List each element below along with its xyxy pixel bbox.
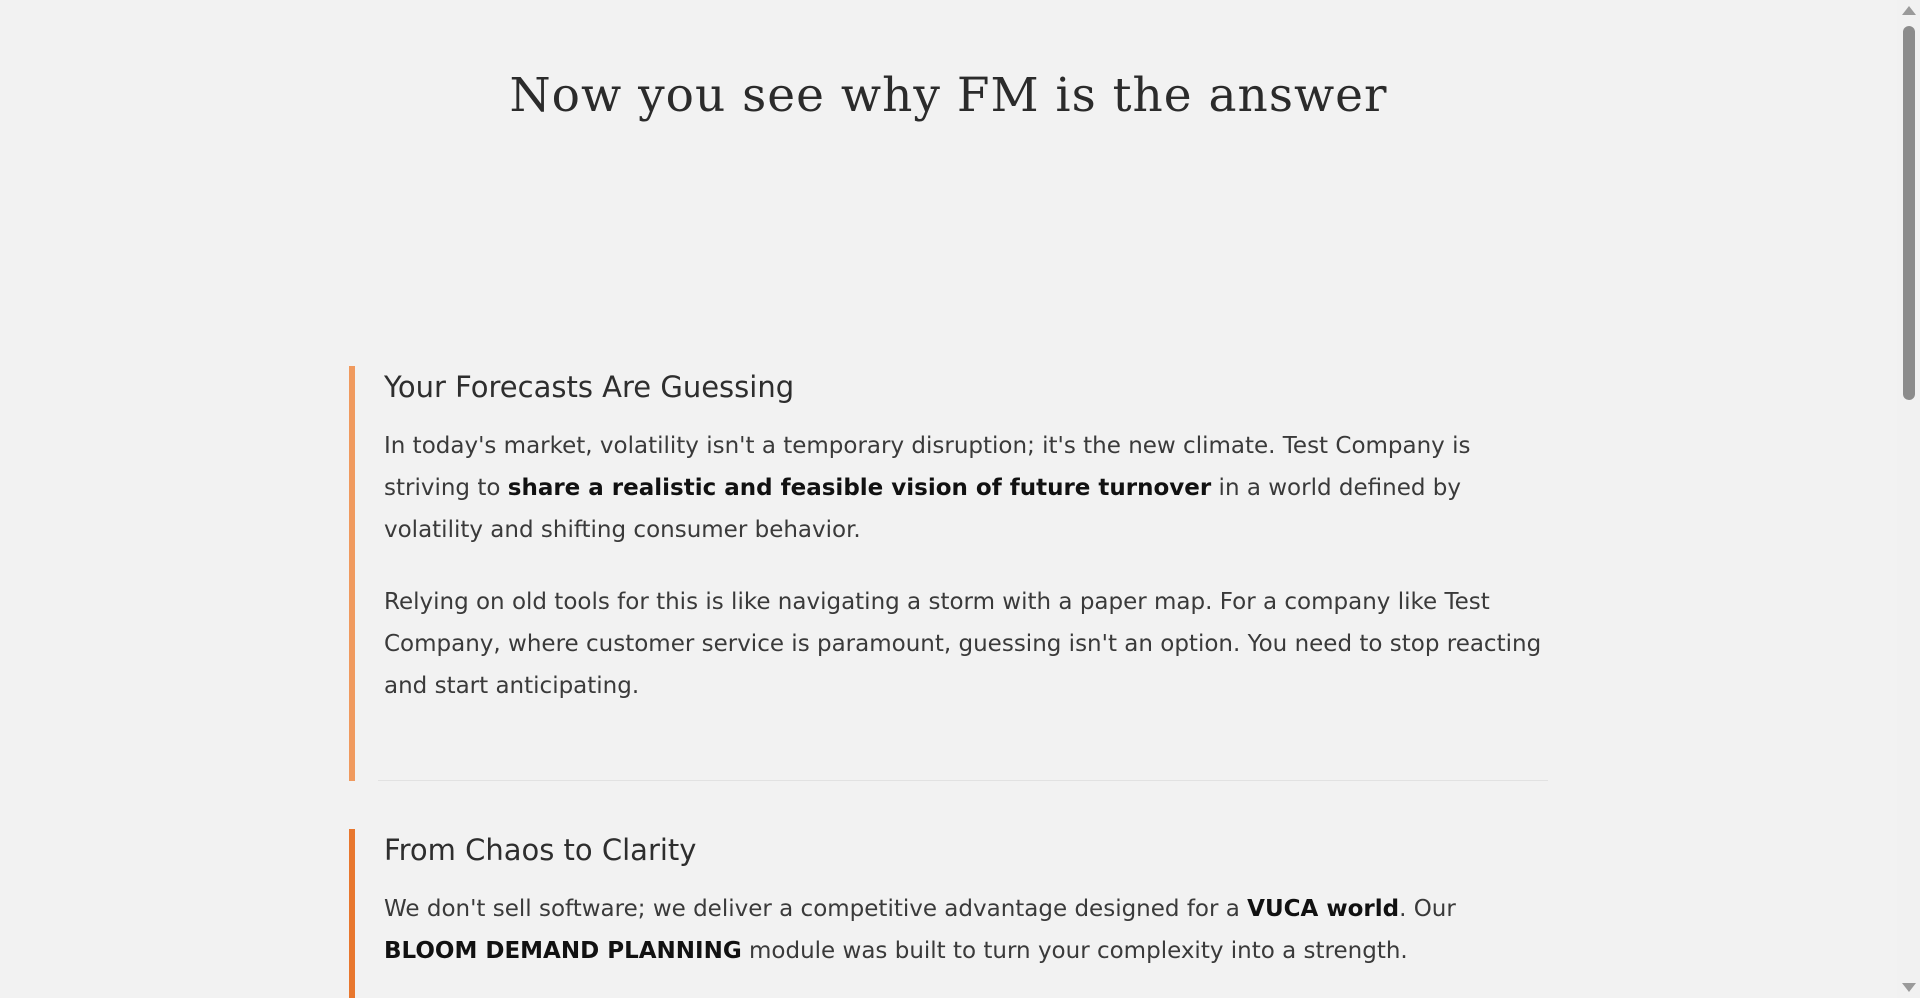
scrollbar-thumb[interactable]: [1903, 26, 1915, 400]
emphasis-text: share a realistic and feasible vision of…: [507, 475, 1212, 501]
page-content: Now you see why FM is the answer Your Fo…: [0, 0, 1897, 998]
emphasis-text: VUCA world: [1247, 896, 1400, 922]
paragraph-text: . Our: [1399, 896, 1456, 922]
paragraph-text: We don't sell software; we deliver a com…: [384, 896, 1248, 922]
section-divider: [378, 780, 1548, 781]
vertical-scrollbar[interactable]: [1897, 0, 1920, 998]
section-paragraph: We don't sell software; we deliver a com…: [384, 888, 1548, 972]
section-forecasts-guessing: Your Forecasts Are Guessing In today's m…: [349, 366, 1548, 781]
paragraph-text: module was built to turn your complexity…: [741, 938, 1408, 964]
section-paragraph: In today's market, volatility isn't a te…: [384, 425, 1548, 551]
triangle-up-icon[interactable]: [1902, 6, 1916, 15]
page-title: Now you see why FM is the answer: [509, 68, 1388, 123]
emphasis-text: BLOOM DEMAND PLANNING: [384, 938, 742, 964]
section-heading: From Chaos to Clarity: [384, 833, 697, 867]
triangle-down-icon[interactable]: [1902, 983, 1916, 992]
section-chaos-to-clarity: From Chaos to Clarity We don't sell soft…: [349, 829, 1548, 998]
section-heading: Your Forecasts Are Guessing: [384, 370, 795, 404]
section-paragraph: Relying on old tools for this is like na…: [384, 589, 1542, 699]
